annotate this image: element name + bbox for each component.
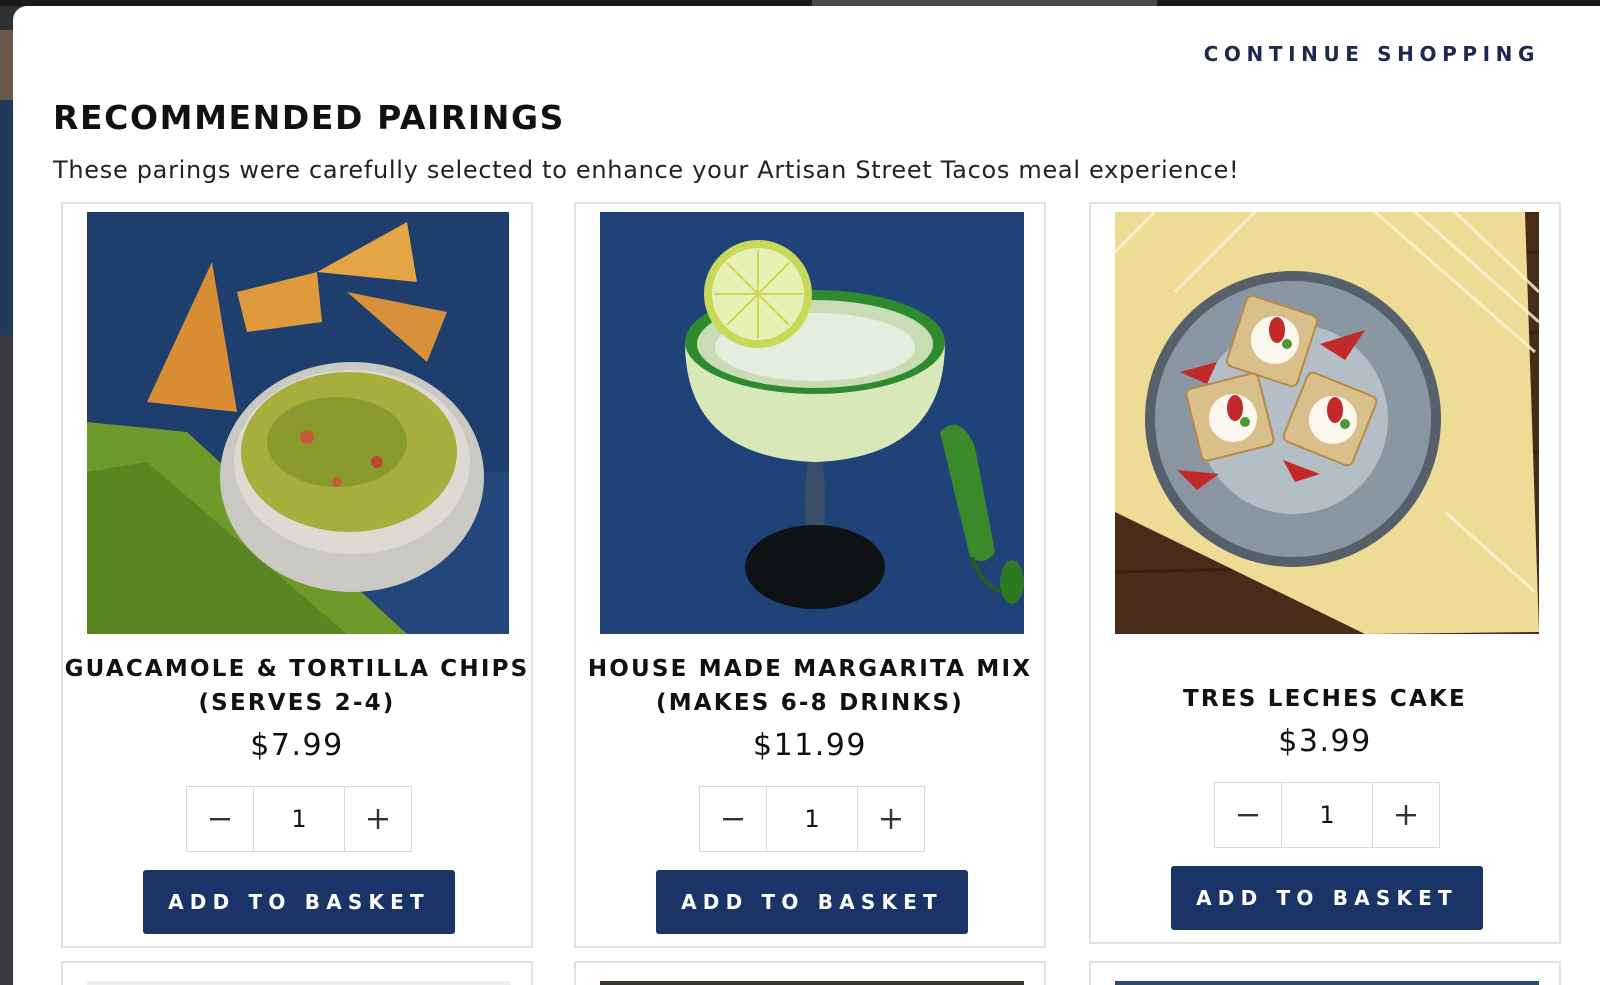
decrease-quantity-button[interactable] (187, 787, 253, 851)
backdrop-edge-tan (0, 30, 14, 100)
quantity-stepper: 1 (1214, 782, 1440, 848)
minus-icon (210, 818, 230, 821)
plus-icon (881, 809, 901, 829)
product-card-margarita: HOUSE MADE MARGARITA MIX (MAKES 6-8 DRIN… (574, 202, 1046, 948)
tres-leches-cake-photo (1115, 212, 1539, 634)
minus-icon (723, 818, 743, 821)
add-to-basket-button[interactable]: ADD TO BASKET (143, 870, 455, 934)
product-price: $7.99 (250, 728, 344, 763)
quantity-input[interactable]: 1 (766, 787, 858, 851)
modal-subtitle: These parings were carefully selected to… (53, 156, 1240, 184)
product-card-guacamole: GUACAMOLE & TORTILLA CHIPS (SERVES 2-4) … (61, 202, 533, 948)
backdrop-page-edge (0, 30, 14, 985)
recommended-pairings-modal: CONTINUE SHOPPING RECOMMENDED PAIRINGS T… (13, 6, 1600, 985)
quantity-stepper: 1 (699, 786, 925, 852)
margarita-photo (600, 212, 1024, 634)
decrease-quantity-button[interactable] (1215, 783, 1281, 847)
plus-icon (1396, 805, 1416, 825)
product-name: GUACAMOLE & TORTILLA CHIPS (SERVES 2-4) (63, 652, 531, 720)
plus-icon (368, 809, 388, 829)
guacamole-chips-photo (87, 212, 509, 634)
product-card-partial (1089, 961, 1561, 985)
increase-quantity-button[interactable] (1373, 783, 1439, 847)
add-to-basket-button[interactable]: ADD TO BASKET (1171, 866, 1483, 930)
product-photo-partial (87, 981, 511, 985)
continue-shopping-link[interactable]: CONTINUE SHOPPING (1204, 42, 1540, 66)
add-to-basket-button[interactable]: ADD TO BASKET (656, 870, 968, 934)
product-price: $11.99 (753, 728, 867, 763)
product-name: TRES LECHES CAKE (1091, 682, 1559, 716)
increase-quantity-button[interactable] (858, 787, 924, 851)
product-price: $3.99 (1278, 724, 1372, 759)
decrease-quantity-button[interactable] (700, 787, 766, 851)
quantity-input[interactable]: 1 (1281, 783, 1373, 847)
product-card-partial (61, 961, 533, 985)
product-photo-partial (1115, 981, 1539, 985)
product-name-line1: HOUSE MADE MARGARITA MIX (587, 656, 1033, 682)
product-name-line2: (MAKES 6-8 DRINKS) (656, 690, 964, 716)
quantity-input[interactable]: 1 (253, 787, 345, 851)
product-name-line1: TRES LECHES CAKE (1183, 686, 1467, 712)
product-name-line2: (SERVES 2-4) (198, 690, 396, 716)
product-name-line1: GUACAMOLE & TORTILLA CHIPS (64, 656, 530, 682)
product-name: HOUSE MADE MARGARITA MIX (MAKES 6-8 DRIN… (576, 652, 1044, 720)
product-card-tres-leches: TRES LECHES CAKE $3.99 1 ADD TO BASKET (1089, 202, 1561, 944)
minus-icon (1238, 814, 1258, 817)
quantity-stepper: 1 (186, 786, 412, 852)
modal-title: RECOMMENDED PAIRINGS (53, 98, 566, 137)
product-card-partial (574, 961, 1046, 985)
product-photo-partial (600, 981, 1024, 985)
backdrop-edge-blue (0, 100, 14, 335)
increase-quantity-button[interactable] (345, 787, 411, 851)
